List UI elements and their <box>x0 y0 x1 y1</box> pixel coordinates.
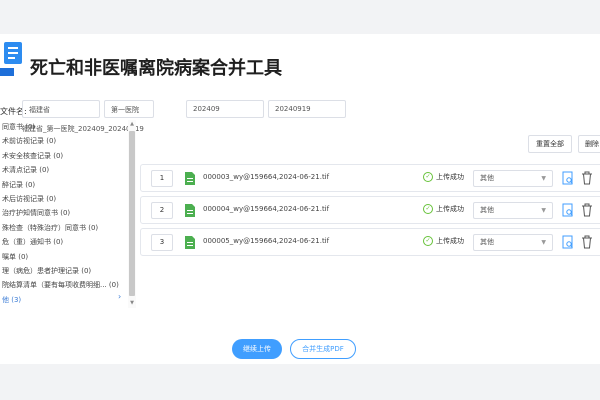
merge-pdf-button[interactable]: 合并生成PDF <box>290 339 356 359</box>
check-circle-icon: ✓ <box>423 204 433 214</box>
province-input[interactable]: 福建省 <box>22 100 100 118</box>
type-select-value: 其他 <box>480 238 494 246</box>
end-date-input[interactable]: 20240919 <box>268 100 346 118</box>
type-select[interactable]: 其他 ▼ <box>473 170 553 187</box>
category-item[interactable]: 院结算清单（要有每项收费明细... (0) <box>0 278 128 292</box>
chevron-down-icon: ▼ <box>541 175 546 182</box>
check-circle-icon: ✓ <box>423 172 433 182</box>
trash-icon[interactable] <box>581 235 593 249</box>
category-item[interactable]: 同意书 (0) <box>0 120 128 134</box>
hospital-input[interactable]: 第一医院 <box>104 100 154 118</box>
scroll-up-arrow-icon[interactable]: ▲ <box>128 121 136 127</box>
upload-status-text: 上传成功 <box>436 237 464 245</box>
category-item[interactable]: 殊检查（特殊治疗）同意书 (0) <box>0 221 128 235</box>
type-select-value: 其他 <box>480 206 494 214</box>
app-title: 死亡和非医嘱离院病案合并工具 <box>30 58 282 79</box>
file-row: 2 000004_wy@159664,2024-06-21.tif ✓ 上传成功 … <box>140 196 600 224</box>
type-select[interactable]: 其他 ▼ <box>473 234 553 251</box>
document-icon <box>185 204 195 217</box>
file-row: 3 000005_wy@159664,2024-06-21.tif ✓ 上传成功 … <box>140 228 600 256</box>
category-item[interactable]: 理（病危）患者护理记录 (0) <box>0 264 128 278</box>
file-name: 000003_wy@159664,2024-06-21.tif <box>203 173 330 181</box>
preview-icon[interactable] <box>562 203 574 217</box>
document-icon <box>185 172 195 185</box>
category-item[interactable]: 术安全核查记录 (0) <box>0 149 128 163</box>
category-item[interactable]: 治疗护知情同意书 (0) <box>0 206 128 220</box>
upload-status: ✓ 上传成功 <box>423 236 464 246</box>
file-name: 000004_wy@159664,2024-06-21.tif <box>203 205 330 213</box>
file-name: 000005_wy@159664,2024-06-21.tif <box>203 237 330 245</box>
type-select-value: 其他 <box>480 174 494 182</box>
chevron-right-icon[interactable]: › <box>118 292 121 301</box>
upload-status-text: 上传成功 <box>436 173 464 181</box>
chevron-down-icon: ▼ <box>541 207 546 214</box>
category-item[interactable]: 术后访视记录 (0) <box>0 192 128 206</box>
upload-status: ✓ 上传成功 <box>423 172 464 182</box>
order-input[interactable]: 1 <box>151 170 173 187</box>
preview-icon[interactable] <box>562 171 574 185</box>
order-input[interactable]: 3 <box>151 234 173 251</box>
scrollbar-thumb[interactable] <box>129 131 135 296</box>
category-item-active[interactable]: 他 (3) <box>0 293 128 307</box>
chevron-down-icon: ▼ <box>541 239 546 246</box>
category-item[interactable]: 危（重）通知书 (0) <box>0 235 128 249</box>
upload-status: ✓ 上传成功 <box>423 204 464 214</box>
check-circle-icon: ✓ <box>423 236 433 246</box>
trash-icon[interactable] <box>581 171 593 185</box>
scroll-down-arrow-icon[interactable]: ▼ <box>128 300 136 306</box>
category-item[interactable]: 术前访视记录 (0) <box>0 134 128 148</box>
category-item[interactable]: 嘱单 (0) <box>0 250 128 264</box>
order-input[interactable]: 2 <box>151 202 173 219</box>
category-item[interactable]: 醉记录 (0) <box>0 178 128 192</box>
category-item[interactable]: 术清点记录 (0) <box>0 163 128 177</box>
continue-upload-button[interactable]: 继续上传 <box>232 339 282 359</box>
start-date-input[interactable]: 202409 <box>186 100 264 118</box>
type-select[interactable]: 其他 ▼ <box>473 202 553 219</box>
upload-status-text: 上传成功 <box>436 205 464 213</box>
category-list: 同意书 (0) 术前访视记录 (0) 术安全核查记录 (0) 术清点记录 (0)… <box>0 120 128 308</box>
preview-icon[interactable] <box>562 235 574 249</box>
delete-button[interactable]: 删除 <box>578 135 600 153</box>
reset-all-button[interactable]: 重置全部 <box>528 135 572 153</box>
document-icon <box>185 236 195 249</box>
file-row: 1 000003_wy@159664,2024-06-21.tif ✓ 上传成功 … <box>140 164 600 192</box>
app-logo-icon <box>0 42 22 76</box>
trash-icon[interactable] <box>581 203 593 217</box>
